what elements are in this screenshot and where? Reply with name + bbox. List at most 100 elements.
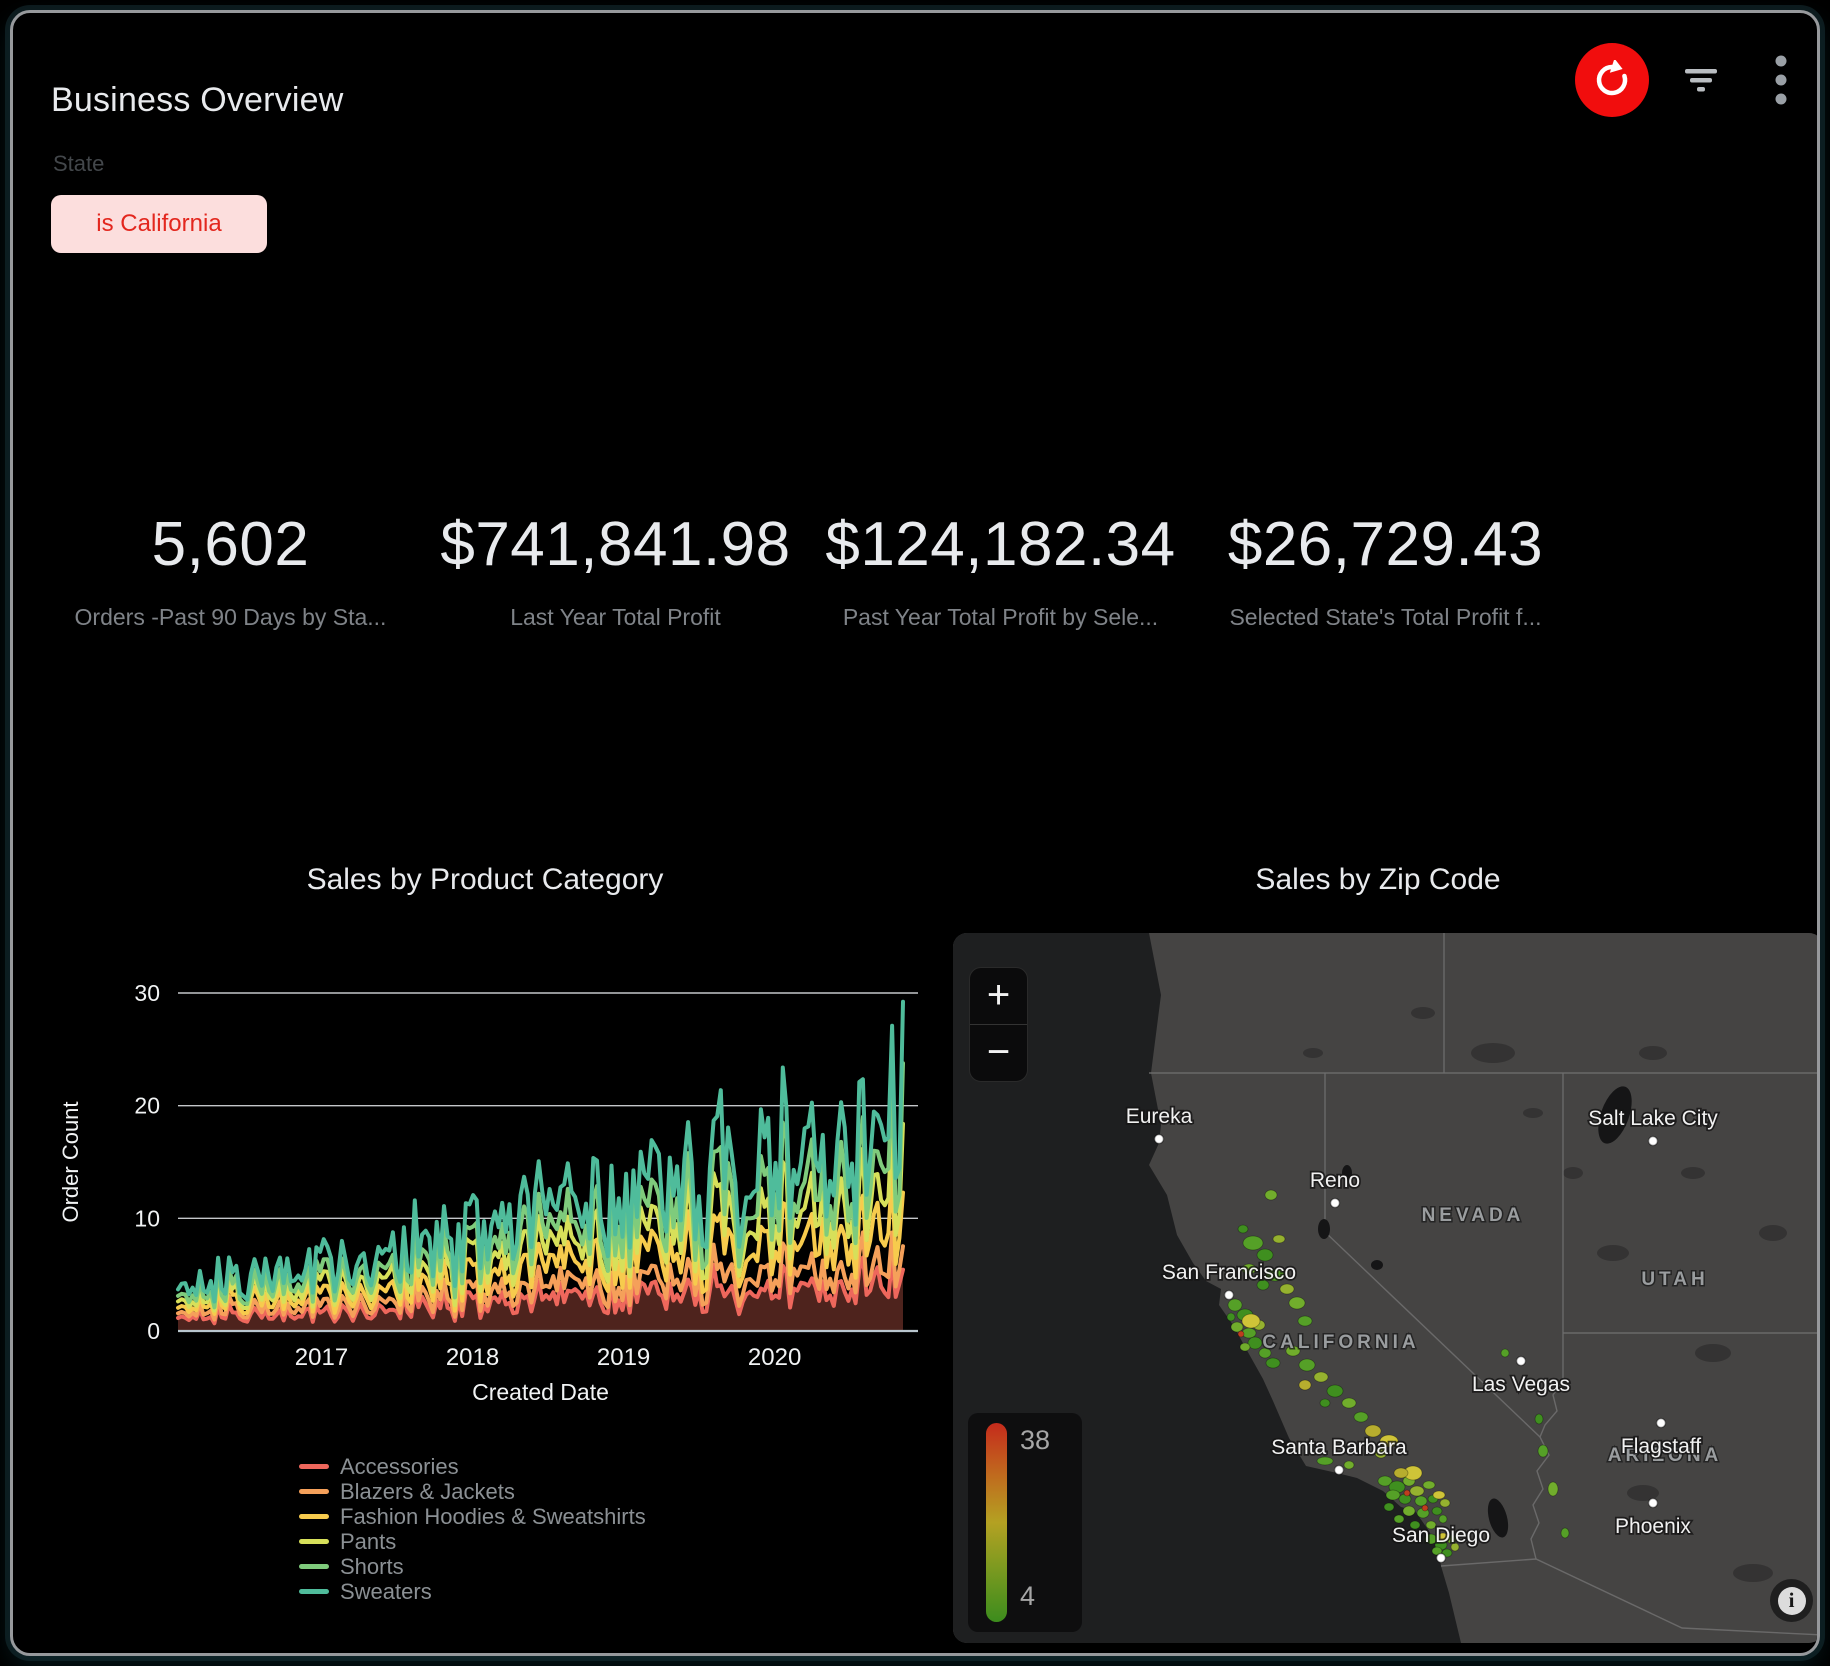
zip-blob <box>1394 1468 1408 1478</box>
city-label: San Diego <box>1392 1524 1490 1547</box>
legend-swatch <box>299 1589 329 1594</box>
info-icon: i <box>1778 1587 1806 1615</box>
legend-swatch <box>299 1489 329 1494</box>
zip-blob <box>1384 1503 1394 1511</box>
zip-blob <box>1238 1331 1244 1337</box>
zip-blob <box>1265 1190 1277 1200</box>
terrain-patch <box>1681 1167 1705 1179</box>
legend-label: Sweaters <box>340 1579 432 1605</box>
legend-item: Accessories <box>299 1454 646 1479</box>
zip-blob <box>1423 1481 1435 1489</box>
legend-max-value: 38 <box>1020 1425 1050 1456</box>
zip-blob <box>1439 1515 1447 1523</box>
map-color-legend: 38 4 <box>968 1413 1082 1632</box>
terrain-patch <box>1695 1344 1731 1362</box>
filter-field-label: State <box>53 151 104 177</box>
zip-blob <box>1415 1496 1427 1506</box>
map-info-button[interactable]: i <box>1770 1579 1813 1622</box>
city-dot <box>1437 1554 1446 1563</box>
zip-blob <box>1242 1314 1260 1328</box>
zip-blob <box>1273 1235 1285 1243</box>
legend-swatch <box>299 1564 329 1569</box>
legend-min-value: 4 <box>1020 1581 1035 1612</box>
terrain-patch <box>1411 1007 1435 1019</box>
kpi-row: 5,602 Orders -Past 90 Days by Sta... $74… <box>38 509 1578 631</box>
state-label: CALIFORNIA <box>1262 1332 1419 1353</box>
zip-blob <box>1342 1398 1356 1408</box>
y-tick-label: 10 <box>134 1205 160 1231</box>
kpi-value: $124,182.34 <box>825 509 1175 580</box>
legend-label: Pants <box>340 1529 396 1555</box>
zip-blob <box>1386 1490 1400 1500</box>
legend-item: Shorts <box>299 1554 646 1579</box>
zip-blob <box>1231 1322 1243 1332</box>
kpi-last-year-profit: $741,841.98 Last Year Total Profit <box>423 509 808 631</box>
state-filter-chip[interactable]: is California <box>51 195 267 253</box>
zip-blob <box>1289 1297 1305 1309</box>
x-tick-label: 2020 <box>748 1344 801 1371</box>
color-gradient-bar <box>986 1423 1007 1622</box>
zip-blob <box>1394 1515 1404 1523</box>
zip-blob <box>1240 1343 1250 1351</box>
lake <box>1318 1219 1330 1239</box>
lake <box>1371 1260 1383 1270</box>
area-chart-legend: AccessoriesBlazers & JacketsFashion Hood… <box>299 1454 646 1604</box>
zoom-out-button[interactable]: − <box>970 1025 1027 1081</box>
zip-blob <box>1344 1461 1354 1469</box>
map-chart-title: Sales by Zip Code <box>1255 863 1500 897</box>
legend-swatch <box>299 1464 329 1469</box>
zip-blob <box>1280 1284 1294 1294</box>
legend-item: Blazers & Jackets <box>299 1479 646 1504</box>
terrain-patch <box>1563 1167 1583 1179</box>
map-zoom-control: + − <box>969 967 1028 1082</box>
legend-label: Accessories <box>340 1454 459 1480</box>
area-chart-title: Sales by Product Category <box>307 863 664 897</box>
map-canvas[interactable]: NEVADAUTAHCALIFORNIAARIZONAEurekaSalt La… <box>953 933 1820 1643</box>
y-tick-label: 0 <box>147 1318 160 1344</box>
city-dot <box>1225 1291 1234 1300</box>
x-axis-title: Created Date <box>472 1379 609 1405</box>
zip-blob <box>1535 1414 1543 1424</box>
terrain-patch <box>1523 1108 1543 1118</box>
terrain-patch <box>1597 1245 1629 1261</box>
legend-label: Shorts <box>340 1554 404 1580</box>
zip-blob <box>1314 1372 1328 1382</box>
zip-blob <box>1410 1486 1424 1496</box>
refresh-button[interactable] <box>1575 43 1649 117</box>
legend-item: Fashion Hoodies & Sweatshirts <box>299 1504 646 1529</box>
kpi-value: $26,729.43 <box>1228 509 1543 580</box>
refresh-icon <box>1592 60 1632 100</box>
sales-by-zip-map[interactable]: NEVADAUTAHCALIFORNIAARIZONAEurekaSalt La… <box>953 933 1820 1643</box>
zip-blob <box>1422 1505 1428 1511</box>
state-label: UTAH <box>1641 1269 1708 1290</box>
y-tick-label: 20 <box>134 1093 160 1119</box>
zip-blob <box>1298 1316 1312 1326</box>
dashboard-frame: Business Overview State is California 5,… <box>10 10 1820 1656</box>
filter-button[interactable] <box>1672 51 1730 109</box>
y-axis-title: Order Count <box>58 1101 83 1222</box>
zip-blob <box>1433 1491 1445 1499</box>
kpi-orders: 5,602 Orders -Past 90 Days by Sta... <box>38 509 423 631</box>
zip-blob <box>1538 1445 1548 1457</box>
terrain-patch <box>1639 1046 1667 1060</box>
more-menu-button[interactable] <box>1752 51 1810 109</box>
city-label: San Francisco <box>1162 1261 1296 1284</box>
zip-blob <box>1299 1359 1315 1371</box>
city-label: Las Vegas <box>1472 1373 1570 1396</box>
city-label: Salt Lake City <box>1588 1107 1718 1130</box>
sales-by-category-chart[interactable]: 01020302017201820192020Created DateOrder… <box>38 918 923 1428</box>
zip-blob <box>1243 1236 1263 1250</box>
zip-blob <box>1403 1506 1415 1516</box>
city-label: Eureka <box>1126 1105 1193 1128</box>
city-dot <box>1649 1137 1658 1146</box>
zip-blob <box>1228 1299 1242 1311</box>
city-dot <box>1335 1466 1344 1475</box>
kpi-value: 5,602 <box>152 509 310 580</box>
zip-blob <box>1320 1399 1330 1407</box>
zoom-in-button[interactable]: + <box>970 968 1027 1024</box>
zip-blob <box>1548 1482 1558 1496</box>
city-dot <box>1155 1135 1164 1144</box>
zip-blob <box>1561 1528 1569 1538</box>
legend-item: Pants <box>299 1529 646 1554</box>
zip-blob <box>1440 1499 1450 1507</box>
